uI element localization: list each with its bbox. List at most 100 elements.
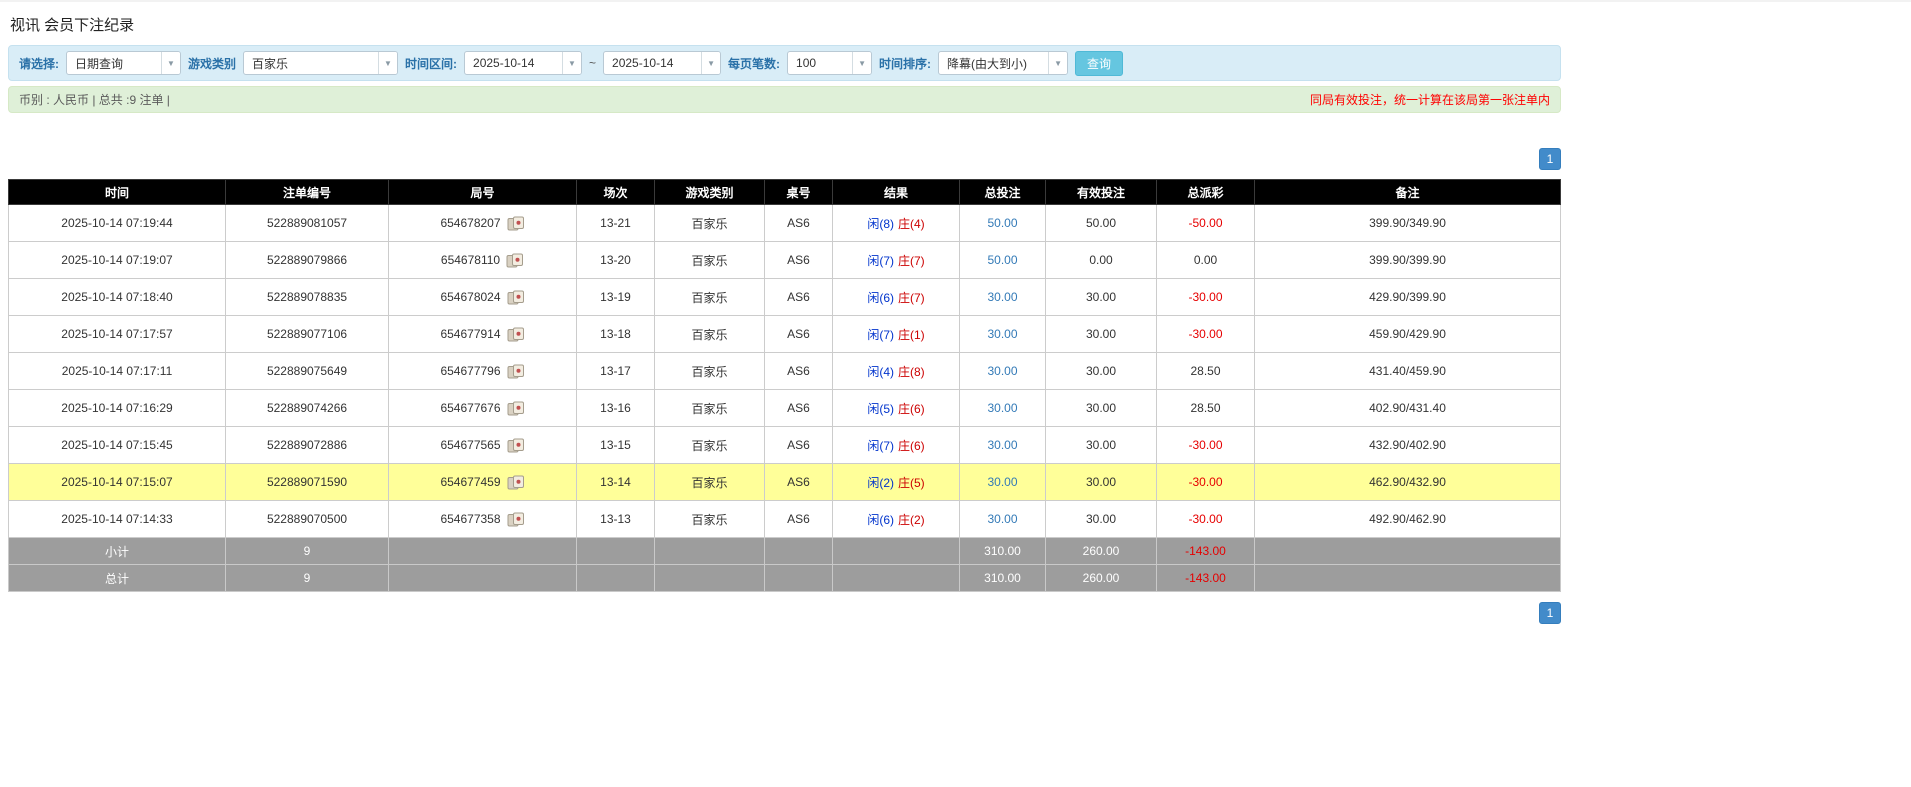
cell-time: 2025-10-14 07:19:44 [9, 205, 226, 242]
cards-icon[interactable] [507, 327, 525, 342]
result-banker: 庄(1) [898, 328, 925, 342]
cell-valid-bet: 30.00 [1046, 464, 1157, 501]
search-button[interactable]: 查询 [1075, 51, 1123, 76]
subtotal-count: 9 [226, 538, 389, 565]
header-result: 结果 [833, 180, 960, 205]
total-bet-link[interactable]: 30.00 [987, 364, 1017, 378]
sort-order-select[interactable]: 降幕(由大到小) ▼ [938, 51, 1068, 75]
cell-round: 654677796 [389, 353, 577, 390]
cell-bet-id: 522889078835 [226, 279, 389, 316]
cell-payout: -30.00 [1157, 316, 1255, 353]
table-row: 2025-10-14 07:16:29 522889074266 6546776… [9, 390, 1561, 427]
subtotal-empty [655, 538, 765, 565]
cards-icon[interactable] [507, 290, 525, 305]
subtotal-empty [765, 538, 833, 565]
chevron-down-icon: ▼ [562, 52, 581, 74]
round-number: 654677676 [440, 401, 500, 415]
result-banker: 庄(7) [898, 291, 925, 305]
table-row: 2025-10-14 07:15:07 522889071590 6546774… [9, 464, 1561, 501]
total-bet-link[interactable]: 50.00 [987, 253, 1017, 267]
table-row: 2025-10-14 07:17:11 522889075649 6546777… [9, 353, 1561, 390]
round-number: 654678110 [441, 253, 500, 267]
date-from-value: 2025-10-14 [465, 56, 562, 70]
subtotal-row: 小计 9 310.00 260.00 -143.00 [9, 538, 1561, 565]
subtotal-payout: -143.00 [1157, 538, 1255, 565]
cell-valid-bet: 0.00 [1046, 242, 1157, 279]
total-count: 9 [226, 565, 389, 592]
result-banker: 庄(6) [898, 439, 925, 453]
result-banker: 庄(7) [898, 254, 925, 268]
game-type-select[interactable]: 百家乐 ▼ [243, 51, 398, 75]
cards-icon[interactable] [506, 253, 524, 268]
cell-valid-bet: 30.00 [1046, 279, 1157, 316]
total-valid-bet: 260.00 [1046, 565, 1157, 592]
cell-round: 654677358 [389, 501, 577, 538]
total-bet-link[interactable]: 50.00 [987, 216, 1017, 230]
cards-icon[interactable] [507, 512, 525, 527]
cell-total-bet: 30.00 [960, 279, 1046, 316]
cards-icon[interactable] [507, 216, 525, 231]
cell-game-type: 百家乐 [655, 279, 765, 316]
total-bet-link[interactable]: 30.00 [987, 512, 1017, 526]
subtotal-label: 小计 [9, 538, 226, 565]
cell-result: 闲(6)庄(2) [833, 501, 960, 538]
round-number: 654677565 [440, 438, 500, 452]
game-type-label: 游戏类别 [188, 55, 236, 72]
cell-result: 闲(4)庄(8) [833, 353, 960, 390]
cell-table-no: AS6 [765, 353, 833, 390]
page-1-button[interactable]: 1 [1539, 602, 1561, 624]
per-page-label: 每页笔数: [728, 55, 780, 72]
query-type-select[interactable]: 日期查询 ▼ [66, 51, 181, 75]
total-empty [655, 565, 765, 592]
total-bet-link[interactable]: 30.00 [987, 438, 1017, 452]
table-row: 2025-10-14 07:19:07 522889079866 6546781… [9, 242, 1561, 279]
date-to-select[interactable]: 2025-10-14 ▼ [603, 51, 721, 75]
result-banker: 庄(8) [898, 365, 925, 379]
cell-game-type: 百家乐 [655, 316, 765, 353]
table-body: 2025-10-14 07:19:44 522889081057 6546782… [9, 205, 1561, 538]
notice-text: 同局有效投注，统一计算在该局第一张注单内 [1310, 91, 1550, 108]
query-type-label: 请选择: [19, 55, 59, 72]
date-from-select[interactable]: 2025-10-14 ▼ [464, 51, 582, 75]
chevron-down-icon: ▼ [161, 52, 180, 74]
cards-icon[interactable] [507, 438, 525, 453]
total-bet-link[interactable]: 30.00 [987, 401, 1017, 415]
page-1-button[interactable]: 1 [1539, 148, 1561, 170]
total-bet-link[interactable]: 30.00 [987, 475, 1017, 489]
cards-icon[interactable] [507, 401, 525, 416]
cell-total-bet: 30.00 [960, 501, 1046, 538]
round-number: 654677796 [440, 364, 500, 378]
cell-table-no: AS6 [765, 279, 833, 316]
cell-round: 654677676 [389, 390, 577, 427]
result-banker: 庄(5) [898, 476, 925, 490]
per-page-select[interactable]: 100 ▼ [787, 51, 872, 75]
cell-valid-bet: 30.00 [1046, 316, 1157, 353]
total-label: 总计 [9, 565, 226, 592]
cell-payout: -30.00 [1157, 427, 1255, 464]
cell-result: 闲(6)庄(7) [833, 279, 960, 316]
cell-session: 13-13 [577, 501, 655, 538]
cell-table-no: AS6 [765, 501, 833, 538]
result-banker: 庄(6) [898, 402, 925, 416]
header-time: 时间 [9, 180, 226, 205]
date-to-value: 2025-10-14 [604, 56, 701, 70]
cell-total-bet: 30.00 [960, 353, 1046, 390]
result-player: 闲(5) [867, 402, 894, 416]
bet-records-table: 时间 注单编号 局号 场次 游戏类别 桌号 结果 总投注 有效投注 总派彩 备注… [8, 179, 1561, 592]
cell-table-no: AS6 [765, 205, 833, 242]
cell-payout: -30.00 [1157, 279, 1255, 316]
header-round: 局号 [389, 180, 577, 205]
date-range-label: 时间区间: [405, 55, 457, 72]
total-bet-link[interactable]: 30.00 [987, 327, 1017, 341]
cards-icon[interactable] [507, 364, 525, 379]
result-player: 闲(7) [867, 439, 894, 453]
total-bet-link[interactable]: 30.00 [987, 290, 1017, 304]
cell-note: 462.90/432.90 [1255, 464, 1561, 501]
round-number: 654677914 [440, 327, 500, 341]
header-total-bet: 总投注 [960, 180, 1046, 205]
table-header-row: 时间 注单编号 局号 场次 游戏类别 桌号 结果 总投注 有效投注 总派彩 备注 [9, 180, 1561, 205]
cell-note: 492.90/462.90 [1255, 501, 1561, 538]
total-row: 总计 9 310.00 260.00 -143.00 [9, 565, 1561, 592]
cell-total-bet: 50.00 [960, 205, 1046, 242]
cards-icon[interactable] [507, 475, 525, 490]
